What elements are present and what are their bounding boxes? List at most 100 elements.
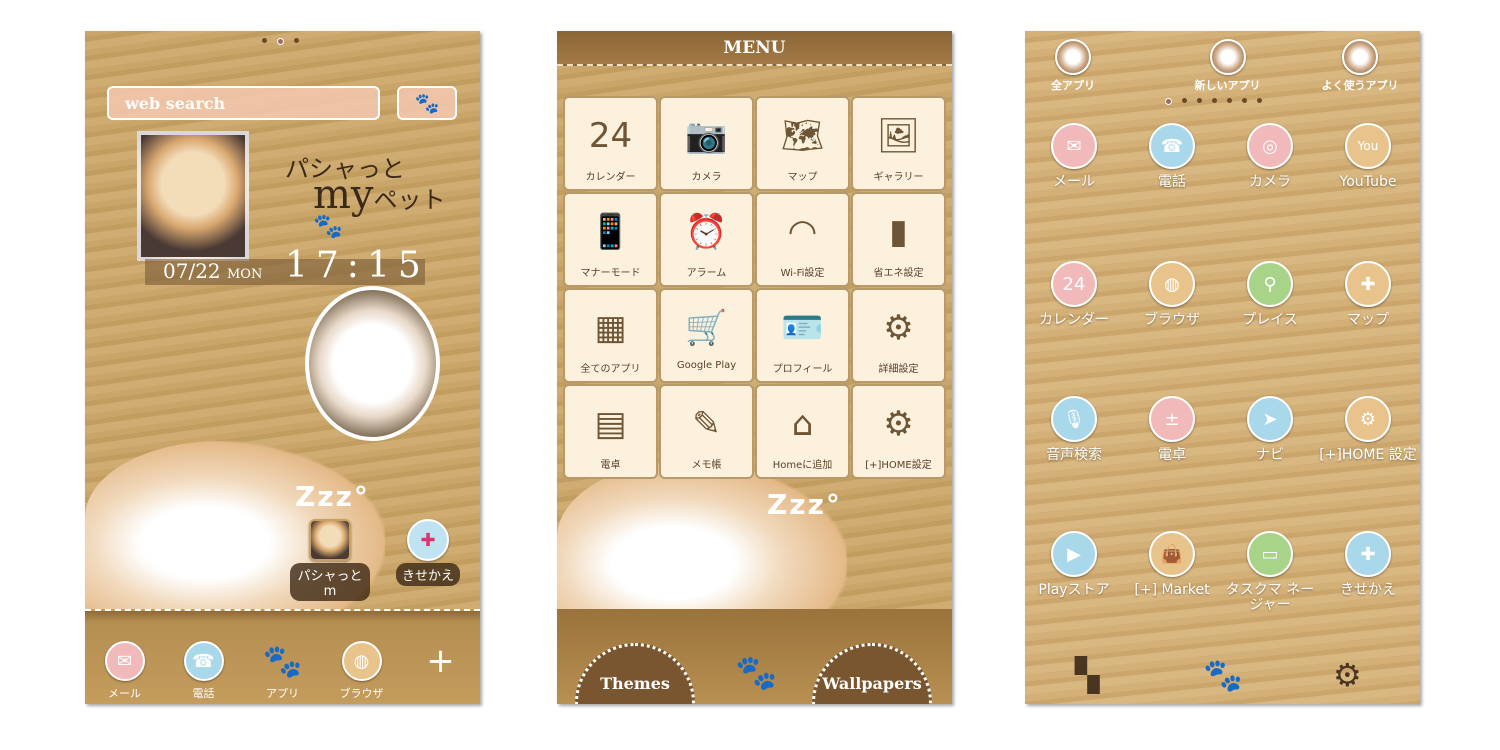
menu-item[interactable]: ▦ 全てのアプリ bbox=[563, 288, 658, 383]
menu-item[interactable]: 🗺 マップ bbox=[755, 96, 850, 191]
menu-item-label: カレンダー bbox=[585, 172, 636, 183]
app-home-settings[interactable]: ⚙ [+]HOME 設定 bbox=[1319, 396, 1417, 463]
page-dot[interactable] bbox=[1197, 98, 1202, 103]
tab-frequent-apps[interactable]: よく使うアプリ bbox=[1305, 39, 1415, 93]
app-phone[interactable]: ☎ 電話 bbox=[1123, 123, 1221, 190]
dock-item-plus[interactable]: + bbox=[406, 641, 476, 701]
calendar-icon: 24 bbox=[1051, 261, 1097, 307]
home-screen: web search 🐾 パシャっと myペット 🐾 07/22 MON 17:1… bbox=[85, 31, 480, 704]
camera-icon: 📷 bbox=[685, 116, 728, 156]
page-dot[interactable] bbox=[294, 38, 299, 43]
plus-icon: + bbox=[426, 641, 455, 681]
mail-icon: ✉ bbox=[1051, 123, 1097, 169]
page-dot[interactable] bbox=[277, 38, 284, 45]
menu-item[interactable]: 24 カレンダー bbox=[563, 96, 658, 191]
web-search-input[interactable]: web search bbox=[107, 86, 380, 120]
menu-item[interactable]: 🪪 プロフィール bbox=[755, 288, 850, 383]
menu-item[interactable]: 📱 マナーモード bbox=[563, 192, 658, 287]
manner-mode-icon: 📱 bbox=[589, 212, 632, 252]
gear-icon: ⚙ bbox=[883, 308, 914, 348]
dock-item-paw[interactable]: 🐾 アプリ bbox=[248, 641, 318, 701]
menu-item-label: [+]HOME設定 bbox=[865, 460, 932, 471]
home-settings-icon: ⚙ bbox=[883, 404, 914, 444]
dock-item-phone[interactable]: ☎ 電話 bbox=[169, 641, 239, 701]
menu-item[interactable]: 🛒 Google Play bbox=[659, 288, 754, 383]
page-dot[interactable] bbox=[1212, 98, 1217, 103]
phone-icon: ☎ bbox=[183, 641, 224, 681]
app-calendar[interactable]: 24 カレンダー bbox=[1025, 261, 1123, 328]
battery-icon: ▮ bbox=[889, 212, 908, 252]
page-dot[interactable] bbox=[1182, 98, 1187, 103]
globe-icon: ◍ bbox=[1149, 261, 1195, 307]
dog-photo-icon bbox=[1342, 39, 1378, 75]
menu-item[interactable]: ◠ Wi-Fi設定 bbox=[755, 192, 850, 287]
page-dot[interactable] bbox=[262, 38, 267, 43]
app-label: きせかえ bbox=[1340, 582, 1396, 598]
page-dot[interactable] bbox=[1257, 98, 1262, 103]
app-microphone[interactable]: 🎙 音声検索 bbox=[1025, 396, 1123, 463]
menu-item-label: 省エネ設定 bbox=[873, 268, 924, 279]
menu-item[interactable]: ⚙ [+]HOME設定 bbox=[851, 384, 946, 479]
menu-grid: 24 カレンダー 📷 カメラ 🗺 マップ 🖼 ギャラリー 📱 マナーモード ⏰ アラーム ◠ Wi-Fi設… bbox=[563, 96, 946, 479]
menu-item[interactable]: ▤ 電卓 bbox=[563, 384, 658, 479]
gallery-icon: 🖼 bbox=[876, 116, 921, 156]
menu-item[interactable]: ⌂ Homeに追加 bbox=[755, 384, 850, 479]
app-market-bag[interactable]: 👜 [+] Market bbox=[1123, 531, 1221, 598]
menu-item[interactable]: ▮ 省エネ設定 bbox=[851, 192, 946, 287]
calendar-icon: 24 bbox=[588, 116, 633, 156]
menu-item-label: Homeに追加 bbox=[772, 460, 833, 471]
app-task-manager[interactable]: ▭ タスクマ ネージャー bbox=[1221, 531, 1319, 613]
microphone-icon: 🎙 bbox=[1051, 396, 1097, 442]
home-settings-icon: ⚙ bbox=[1345, 396, 1391, 442]
app-label: ブラウザ bbox=[1144, 312, 1200, 328]
menu-item-label: メモ帳 bbox=[691, 460, 722, 471]
menu-item[interactable]: ⏰ アラーム bbox=[659, 192, 754, 287]
tab-new-apps[interactable]: 新しいアプリ bbox=[1175, 39, 1280, 93]
menu-item-label: プロフィール bbox=[772, 364, 833, 375]
app-drawer-screen: 全アプリ 新しいアプリ よく使うアプリ ✉ メール ☎ 電話 ◎ カメラ You YouTube 2… bbox=[1025, 31, 1420, 704]
page-dot[interactable] bbox=[1242, 98, 1247, 103]
app-play-store[interactable]: ▶ Playストア bbox=[1025, 531, 1123, 598]
app-calculator[interactable]: ± 電卓 bbox=[1123, 396, 1221, 463]
date-widget: 07/22 MON bbox=[163, 259, 262, 283]
search-button[interactable]: 🐾 bbox=[397, 86, 457, 120]
app-place-pin[interactable]: ⚲ プレイス bbox=[1221, 261, 1319, 328]
page-dot[interactable] bbox=[1227, 98, 1232, 103]
tab-all-apps[interactable]: 全アプリ bbox=[1033, 39, 1113, 93]
gear-icon[interactable]: ⚙ bbox=[1333, 656, 1362, 694]
menu-item[interactable]: ✎ メモ帳 bbox=[659, 384, 754, 479]
app-navigation[interactable]: ➤ ナビ bbox=[1221, 396, 1319, 463]
page-indicator[interactable] bbox=[262, 38, 299, 45]
page-indicator[interactable] bbox=[1165, 98, 1262, 105]
app-map[interactable]: ✚ マップ bbox=[1319, 261, 1417, 328]
menu-item[interactable]: 📷 カメラ bbox=[659, 96, 754, 191]
app-label: 電話 bbox=[1158, 174, 1186, 190]
calculator-icon: ▤ bbox=[594, 404, 627, 444]
widgets-icon[interactable]: ▚ bbox=[1075, 656, 1100, 694]
paw-icon[interactable]: 🐾 bbox=[735, 653, 777, 693]
shortcut-label: パシャっとm bbox=[290, 563, 370, 601]
app-kisekae[interactable]: ✚ きせかえ bbox=[1319, 531, 1417, 598]
page-dot[interactable] bbox=[1165, 98, 1172, 105]
app-globe[interactable]: ◍ ブラウザ bbox=[1123, 261, 1221, 328]
phone-icon: ☎ bbox=[1149, 123, 1195, 169]
menu-item-label: マナーモード bbox=[580, 268, 641, 279]
app-mail[interactable]: ✉ メール bbox=[1025, 123, 1123, 190]
menu-item[interactable]: ⚙ 詳細設定 bbox=[851, 288, 946, 383]
pet-photo-oval bbox=[305, 286, 440, 441]
weekday: MON bbox=[227, 267, 263, 282]
date: 07/22 bbox=[163, 259, 221, 283]
menu-item[interactable]: 🖼 ギャラリー bbox=[851, 96, 946, 191]
all-apps-icon: ▦ bbox=[594, 308, 627, 348]
dog-photo-icon bbox=[309, 519, 351, 561]
app-camera[interactable]: ◎ カメラ bbox=[1221, 123, 1319, 190]
menu-screen: MENU Zzz° 24 カレンダー 📷 カメラ 🗺 マップ 🖼 ギャラリー 📱 マナーモード ⏰ ア… bbox=[557, 31, 952, 704]
dock-item-globe[interactable]: ◍ ブラウザ bbox=[327, 641, 397, 701]
paw-icon[interactable]: 🐾 bbox=[1203, 656, 1243, 694]
app-youtube[interactable]: You YouTube bbox=[1319, 123, 1417, 190]
shortcut-kisekae[interactable]: ✚ きせかえ bbox=[395, 519, 461, 586]
shortcut-pashatto[interactable]: パシャっとm bbox=[290, 519, 370, 601]
navigation-icon: ➤ bbox=[1247, 396, 1293, 442]
dock-item-mail[interactable]: ✉ メール bbox=[90, 641, 160, 701]
cart-icon: 🛒 bbox=[685, 308, 728, 348]
